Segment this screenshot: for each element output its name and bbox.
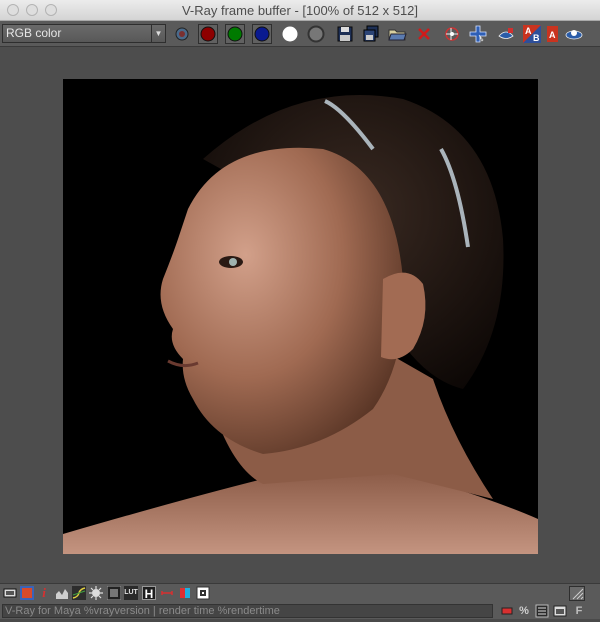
chevron-down-icon: ▼ bbox=[151, 25, 165, 42]
green-channel-icon[interactable] bbox=[225, 24, 245, 44]
blue-channel-icon[interactable] bbox=[252, 24, 272, 44]
window-title: V-Ray frame buffer - [100% of 512 x 512] bbox=[181, 3, 419, 18]
compare-b-label: B bbox=[533, 33, 540, 43]
srgb-icon[interactable] bbox=[106, 585, 122, 601]
compare-a-label: A bbox=[525, 26, 532, 36]
fit-label[interactable]: F bbox=[572, 604, 586, 618]
clear-image-icon[interactable] bbox=[414, 24, 434, 44]
alpha-channel-icon[interactable] bbox=[280, 24, 300, 44]
compare-ab-icon[interactable]: A B bbox=[522, 24, 542, 44]
status-text: V-Ray for Maya %vrayversion | render tim… bbox=[2, 604, 493, 618]
track-mouse-icon[interactable] bbox=[442, 24, 462, 44]
region-render-icon[interactable] bbox=[468, 24, 488, 44]
lut-icon[interactable]: LUT bbox=[124, 586, 138, 600]
save-image-icon[interactable] bbox=[335, 24, 355, 44]
channel-select[interactable]: RGB color ▼ bbox=[2, 24, 166, 43]
display-colors-icon[interactable] bbox=[3, 586, 17, 600]
display-rgb-channels-icon[interactable] bbox=[172, 24, 192, 44]
window-icon[interactable] bbox=[553, 604, 567, 618]
stereo-icon[interactable] bbox=[178, 586, 192, 600]
rendered-portrait bbox=[63, 79, 538, 554]
top-toolbar: RGB color ▼ A B A bbox=[0, 21, 600, 47]
stop-render-icon[interactable] bbox=[500, 604, 514, 618]
layers-icon[interactable] bbox=[535, 604, 549, 618]
percent-label[interactable]: % bbox=[517, 604, 531, 618]
ab-vertical-icon[interactable] bbox=[564, 24, 584, 44]
red-channel-icon[interactable] bbox=[198, 24, 218, 44]
channel-select-value: RGB color bbox=[6, 26, 62, 40]
render-viewport[interactable] bbox=[0, 47, 600, 583]
render-last-icon[interactable] bbox=[496, 24, 516, 44]
levels-icon[interactable] bbox=[55, 586, 69, 600]
ab-horizontal-icon[interactable]: A bbox=[546, 24, 566, 44]
window-titlebar: V-Ray frame buffer - [100% of 512 x 512] bbox=[0, 0, 600, 21]
curve-icon[interactable] bbox=[72, 586, 86, 600]
color-picker-icon[interactable] bbox=[20, 586, 34, 600]
save-all-icon[interactable] bbox=[361, 24, 381, 44]
status-bar: V-Ray for Maya %vrayversion | render tim… bbox=[0, 603, 600, 619]
info-icon[interactable]: i bbox=[37, 586, 51, 600]
bottom-toolbar: i LUT H bbox=[0, 583, 600, 603]
load-image-icon[interactable] bbox=[387, 24, 407, 44]
history-icon[interactable]: H bbox=[142, 586, 156, 601]
rendered-image[interactable] bbox=[63, 79, 538, 554]
single-a-label: A bbox=[549, 30, 556, 40]
resize-grip-icon[interactable] bbox=[569, 586, 585, 601]
clamp-icon[interactable] bbox=[160, 586, 174, 600]
monochrome-icon[interactable] bbox=[306, 24, 326, 44]
exposure-icon[interactable] bbox=[89, 586, 103, 600]
pixel-aspect-icon[interactable] bbox=[196, 586, 210, 600]
